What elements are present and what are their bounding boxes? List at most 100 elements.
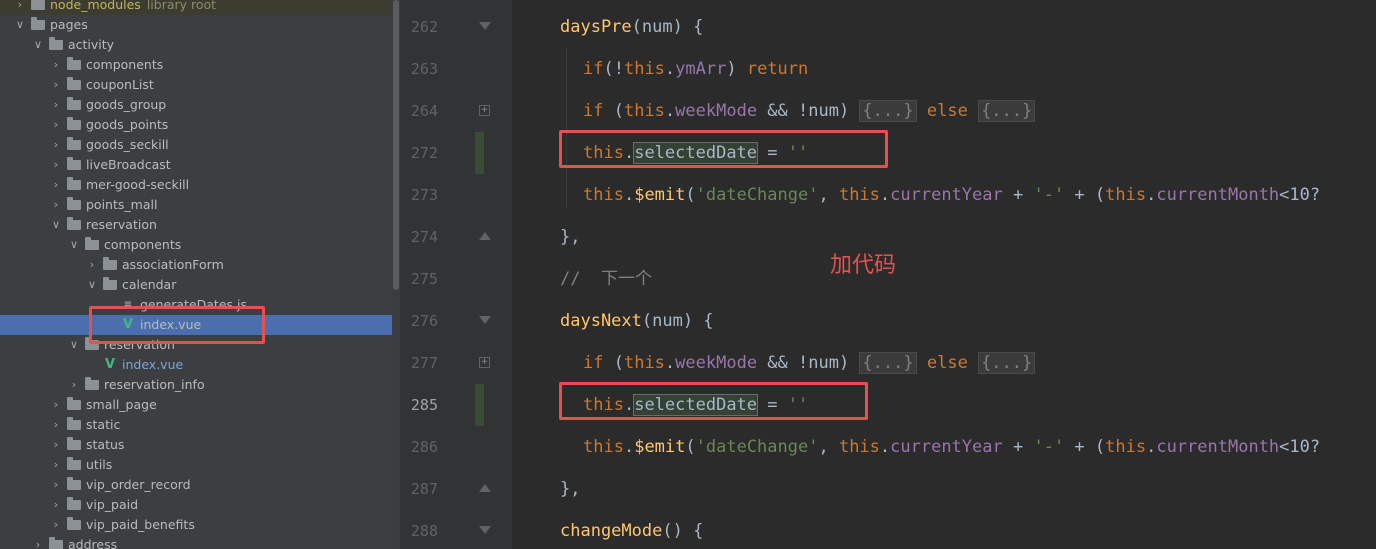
tree-folder-row[interactable]: › couponList — [0, 75, 392, 95]
chevron-down-icon[interactable]: ∨ — [14, 15, 26, 35]
code-line[interactable]: this.$emit('dateChange', this.currentYea… — [583, 426, 1320, 468]
chevron-down-icon[interactable]: ∨ — [32, 35, 44, 55]
tree-folder-row[interactable]: › small_page — [0, 395, 392, 415]
tree-folder-row[interactable]: › status — [0, 435, 392, 455]
folded-region[interactable]: {...} — [978, 100, 1036, 122]
chevron-right-icon[interactable]: › — [50, 155, 62, 175]
chevron-right-icon[interactable]: › — [50, 95, 62, 115]
code-line[interactable]: }, — [560, 468, 580, 510]
tree-folder-row[interactable]: › associationForm — [0, 255, 392, 275]
code-editor[interactable]: 262 263 264 +272 273 274 275 276 277 +285 286 287 28… — [400, 0, 1376, 549]
chevron-right-icon[interactable]: › — [32, 535, 44, 549]
tree-folder-row[interactable]: › vip_order_record — [0, 475, 392, 495]
tree-folder-row[interactable]: › utils — [0, 455, 392, 475]
code-token: daysNext — [560, 311, 642, 331]
chevron-right-icon[interactable]: › — [50, 395, 62, 415]
line-number: 272 — [410, 144, 438, 162]
tree-folder-row[interactable]: › vip_paid_benefits — [0, 515, 392, 535]
chevron-right-icon[interactable]: › — [50, 175, 62, 195]
chevron-right-icon[interactable]: › — [50, 135, 62, 155]
code-line[interactable]: if (this.weekMode && !num) {...} else {.… — [583, 342, 1036, 384]
tree-folder-row[interactable]: › goods_group — [0, 95, 392, 115]
fold-end-icon[interactable] — [479, 484, 491, 492]
chevron-right-icon[interactable]: › — [50, 495, 62, 515]
chevron-right-icon[interactable]: › — [50, 455, 62, 475]
expand-fold-icon[interactable]: + — [479, 105, 490, 116]
chevron-right-icon[interactable]: › — [86, 255, 98, 275]
code-line[interactable]: }, — [560, 216, 580, 258]
chevron-down-icon[interactable]: ∨ — [86, 275, 98, 295]
tree-folder-row[interactable]: › vip_paid — [0, 495, 392, 515]
chevron-right-icon[interactable]: › — [68, 375, 80, 395]
chevron-right-icon[interactable]: › — [50, 475, 62, 495]
chevron-right-icon[interactable]: › — [50, 75, 62, 95]
code-token: $emit — [634, 185, 686, 205]
code-token: ) — [726, 59, 747, 79]
collapse-fold-icon[interactable] — [479, 316, 491, 324]
tree-folder-row[interactable]: › static — [0, 415, 392, 435]
folded-region[interactable]: {...} — [978, 352, 1036, 374]
project-tree-scroll-thumb[interactable] — [393, 0, 399, 290]
fold-end-icon[interactable] — [479, 232, 491, 240]
code-token: . — [1146, 185, 1157, 205]
code-token: (num) { — [641, 311, 714, 331]
tree-folder-row[interactable]: › reservation_info — [0, 375, 392, 395]
tree-folder-row[interactable]: › goods_points — [0, 115, 392, 135]
folder-icon — [67, 97, 81, 110]
code-line[interactable]: daysPre(num) { — [560, 6, 703, 48]
code-line[interactable]: // 下一个 — [560, 258, 652, 300]
collapse-fold-icon[interactable] — [479, 22, 491, 30]
code-token: . — [664, 59, 676, 79]
tree-folder-row[interactable]: › components — [0, 55, 392, 75]
code-token: daysPre — [560, 17, 632, 37]
code-line[interactable]: if(!this.ymArr) return — [583, 48, 808, 90]
tree-folder-row[interactable]: ∨ components — [0, 235, 392, 255]
tree-item-label: utils — [86, 457, 113, 472]
code-token: 'dateChange' — [695, 185, 819, 205]
line-number: 287 — [410, 480, 438, 498]
chevron-down-icon[interactable]: ∨ — [68, 235, 80, 255]
tree-folder-row[interactable]: › points_mall — [0, 195, 392, 215]
code-token: }, — [560, 227, 581, 247]
folder-icon — [67, 77, 81, 90]
chevron-right-icon[interactable]: › — [50, 195, 62, 215]
tree-folder-row[interactable]: ∨ pages — [0, 15, 392, 35]
change-marker[interactable] — [475, 384, 484, 426]
chevron-right-icon[interactable]: › — [50, 415, 62, 435]
code-line[interactable]: this.$emit('dateChange', this.currentYea… — [583, 174, 1320, 216]
vue-file-icon: V — [104, 357, 116, 372]
chevron-right-icon[interactable]: › — [50, 55, 62, 75]
tree-item-label: reservation_info — [104, 377, 205, 392]
tree-folder-row[interactable]: ∨ calendar — [0, 275, 392, 295]
chevron-right-icon[interactable]: › — [50, 515, 62, 535]
tree-folder-row[interactable]: › mer-good-seckill — [0, 175, 392, 195]
tree-folder-row[interactable]: ∨ activity — [0, 35, 392, 55]
expand-fold-icon[interactable]: + — [479, 357, 490, 368]
chevron-right-icon[interactable]: › — [14, 0, 26, 15]
code-token: this — [583, 437, 624, 457]
collapse-fold-icon[interactable] — [479, 526, 491, 534]
folded-region[interactable]: {...} — [859, 352, 917, 374]
code-line[interactable]: if (this.weekMode && !num) {...} else {.… — [583, 90, 1036, 132]
tree-item-label: components — [104, 237, 182, 252]
code-token: '-' — [1033, 437, 1065, 457]
chevron-down-icon[interactable]: ∨ — [50, 215, 62, 235]
tree-folder-row[interactable]: ∨ reservation — [0, 215, 392, 235]
code-line[interactable]: changeMode() { — [560, 510, 703, 549]
code-token: , — [818, 437, 839, 457]
tree-file-row[interactable]: Vindex.vue — [0, 355, 392, 375]
tree-folder-row[interactable]: › liveBroadcast — [0, 155, 392, 175]
chevron-right-icon[interactable]: › — [50, 435, 62, 455]
change-marker[interactable] — [475, 132, 484, 174]
folded-region[interactable]: {...} — [859, 100, 917, 122]
chevron-down-icon[interactable]: ∨ — [68, 335, 80, 355]
project-tree-scrollbar[interactable] — [392, 0, 400, 549]
tree-folder-row[interactable]: › node_modules library root — [0, 0, 392, 15]
tree-folder-row[interactable]: › goods_seckill — [0, 135, 392, 155]
chevron-right-icon[interactable]: › — [50, 115, 62, 135]
tree-item-label: goods_group — [86, 97, 167, 112]
tree-folder-row[interactable]: › address — [0, 535, 392, 549]
line-number: 288 — [410, 522, 438, 540]
code-line[interactable]: daysNext(num) { — [560, 300, 714, 342]
tree-item-label: points_mall — [86, 197, 158, 212]
